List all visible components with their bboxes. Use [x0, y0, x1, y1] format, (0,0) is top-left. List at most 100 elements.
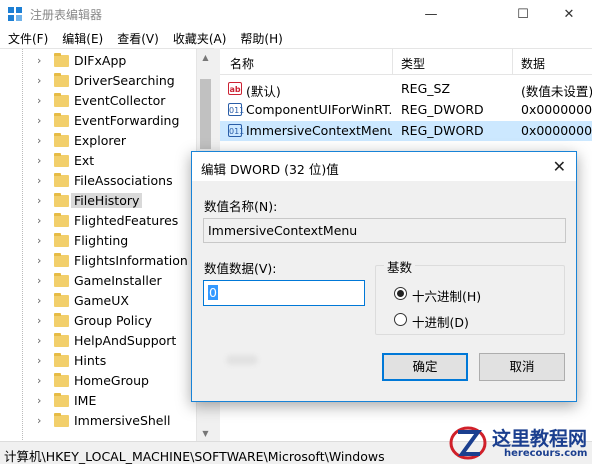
tree-item[interactable]: › FlightedFeatures [0, 211, 196, 231]
column-data-header[interactable]: 数据 [521, 55, 545, 72]
chevron-right-icon[interactable]: › [37, 174, 41, 187]
chevron-right-icon[interactable]: › [37, 254, 41, 267]
value-name[interactable]: (默认) [246, 81, 392, 100]
chevron-right-icon[interactable]: › [37, 354, 41, 367]
edit-dword-dialog: 编辑 DWORD (32 位)值 ✕ 数值名称(N): ImmersiveCon… [191, 151, 577, 402]
watermark-url: herecours.com [504, 448, 588, 459]
chevron-right-icon[interactable]: › [37, 374, 41, 387]
scroll-down-icon[interactable]: ▼ [197, 425, 214, 441]
tree-item-label[interactable]: HelpAndSupport [74, 333, 176, 348]
dialog-title: 编辑 DWORD (32 位)值 [201, 162, 339, 177]
chevron-right-icon[interactable]: › [37, 414, 41, 427]
tree-item-label[interactable]: GameUX [74, 293, 129, 308]
folder-icon [54, 173, 69, 187]
tree-item[interactable]: › GameUX [0, 291, 196, 311]
ok-button[interactable]: 确定 [382, 353, 468, 381]
tree-item[interactable]: › EventCollector [0, 91, 196, 111]
chevron-right-icon[interactable]: › [37, 94, 41, 107]
tree-item[interactable]: › HelpAndSupport [0, 331, 196, 351]
tree-item-label[interactable]: ImmersiveShell [74, 413, 170, 428]
tree-item[interactable]: › Flighting [0, 231, 196, 251]
menu-favorites[interactable]: 收藏夹(A) [165, 28, 233, 48]
tree-item[interactable]: › FileAssociations [0, 171, 196, 191]
value-data-field[interactable]: 0 [203, 280, 365, 306]
tree-item-label[interactable]: EventForwarding [74, 113, 179, 128]
tree-item-label[interactable]: FlightsInformation [74, 253, 188, 268]
tree-item[interactable]: › IME [0, 391, 196, 411]
tree-item[interactable]: › DIFxApp [0, 51, 196, 71]
chevron-right-icon[interactable]: › [37, 394, 41, 407]
menu-edit[interactable]: 编辑(E) [54, 28, 109, 48]
chevron-right-icon[interactable]: › [37, 234, 41, 247]
tree-item[interactable]: › Explorer [0, 131, 196, 151]
tree-item-label[interactable]: IME [74, 393, 96, 408]
chevron-right-icon[interactable]: › [37, 294, 41, 307]
tree-item[interactable]: › GameInstaller [0, 271, 196, 291]
tree-item-label[interactable]: DriverSearching [74, 73, 175, 88]
tree-item[interactable]: › Hints [0, 351, 196, 371]
chevron-right-icon[interactable]: › [37, 154, 41, 167]
chevron-right-icon[interactable]: › [37, 114, 41, 127]
radio-decimal[interactable]: 十进制(D) [394, 311, 544, 331]
tree-item-label[interactable]: Explorer [74, 133, 126, 148]
value-name[interactable]: ImmersiveContextMenu [246, 123, 392, 138]
menu-help[interactable]: 帮助(H) [232, 28, 288, 48]
cancel-button[interactable]: 取消 [479, 353, 565, 381]
tree-item[interactable]: › FileHistory [0, 191, 196, 211]
column-name-header[interactable]: 名称 [230, 55, 254, 72]
radio-hexadecimal[interactable]: 十六进制(H) [394, 285, 544, 305]
radio-hexadecimal-label[interactable]: 十六进制(H) [412, 286, 481, 305]
folder-icon [54, 133, 69, 147]
value-data-text[interactable]: 0 [208, 285, 218, 300]
radio-decimal-label[interactable]: 十进制(D) [412, 312, 469, 331]
tree-item[interactable]: › Group Policy [0, 311, 196, 331]
chevron-right-icon[interactable]: › [37, 194, 41, 207]
tree-item-label[interactable]: Hints [74, 353, 106, 368]
value-name[interactable]: ComponentUIForWinRT... [246, 102, 392, 117]
dialog-close-icon[interactable]: ✕ [553, 157, 566, 176]
value-type: REG_DWORD [401, 102, 484, 117]
list-row[interactable]: ab (默认) REG_SZ (数值未设置) [220, 79, 592, 99]
tree-item-label[interactable]: FileHistory [71, 193, 143, 208]
tree-item-label[interactable]: EventCollector [74, 93, 165, 108]
tree-item-label[interactable]: HomeGroup [74, 373, 149, 388]
tree-item-label[interactable]: FlightedFeatures [74, 213, 178, 228]
watermark-logo-icon [449, 426, 487, 460]
list-row[interactable]: 011 ComponentUIForWinRT... REG_DWORD 0x0000… [220, 100, 592, 120]
minimize-button[interactable]: — [408, 0, 454, 28]
tree-item[interactable]: › FlightsInformation [0, 251, 196, 271]
folder-icon [54, 73, 69, 87]
column-type-header[interactable]: 类型 [401, 55, 425, 72]
menu-view[interactable]: 查看(V) [109, 28, 165, 48]
chevron-right-icon[interactable]: › [37, 314, 41, 327]
tree-item-label[interactable]: FileAssociations [74, 173, 173, 188]
chevron-right-icon[interactable]: › [37, 54, 41, 67]
base-groupbox: 基数 十六进制(H) 十进制(D) [375, 257, 565, 335]
tree-item-label[interactable]: Flighting [74, 233, 128, 248]
chevron-right-icon[interactable]: › [37, 214, 41, 227]
close-button[interactable]: ✕ [546, 0, 592, 28]
radio-checked-icon[interactable] [394, 287, 407, 300]
tree-item[interactable]: › ImmersiveShell [0, 411, 196, 431]
menu-file[interactable]: 文件(F) [0, 28, 54, 48]
scroll-up-icon[interactable]: ▲ [197, 49, 214, 66]
radio-unchecked-icon[interactable] [394, 313, 407, 326]
tree-item[interactable]: › Ext [0, 151, 196, 171]
registry-tree[interactable]: › DIFxApp › DriverSearching › EventCollector ›… [0, 48, 214, 441]
tree-item[interactable]: › DriverSearching [0, 71, 196, 91]
list-row[interactable]: 011 ImmersiveContextMenu REG_DWORD 0x000000… [220, 121, 592, 141]
tree-item-label[interactable]: Ext [74, 153, 94, 168]
tree-item[interactable]: › HomeGroup [0, 371, 196, 391]
chevron-right-icon[interactable]: › [37, 74, 41, 87]
maximize-button[interactable]: ☐ [500, 0, 546, 28]
tree-item-label[interactable]: Group Policy [74, 313, 152, 328]
tree-item-label[interactable]: DIFxApp [74, 53, 126, 68]
folder-icon [54, 313, 69, 327]
tree-item[interactable]: › EventForwarding [0, 111, 196, 131]
chevron-right-icon[interactable]: › [37, 274, 41, 287]
scroll-thumb[interactable] [200, 79, 211, 149]
tree-item-label[interactable]: GameInstaller [74, 273, 162, 288]
chevron-right-icon[interactable]: › [37, 134, 41, 147]
value-data-label: 数值数据(V): [204, 261, 277, 276]
chevron-right-icon[interactable]: › [37, 334, 41, 347]
